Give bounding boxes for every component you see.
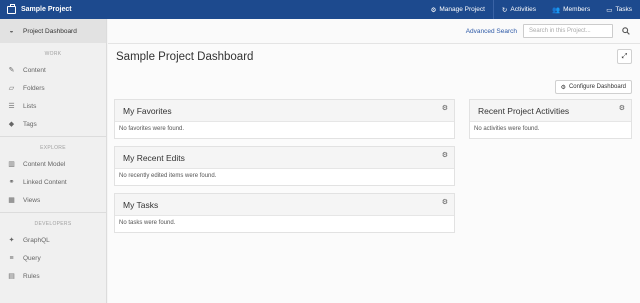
widget-my-favorites: My Favorites ⚙ No favorites were found. <box>114 99 455 139</box>
expand-button[interactable]: ⤢ <box>617 49 632 64</box>
configure-dashboard-button[interactable]: ⚙ Configure Dashboard <box>554 80 632 94</box>
tag-icon: ◆ <box>8 121 15 128</box>
sidebar-item-content-model[interactable]: ▥ Content Model <box>0 155 106 173</box>
expand-icon: ⤢ <box>621 52 628 60</box>
manage-project-label: Manage Project <box>439 6 485 13</box>
pencil-icon: ✎ <box>8 67 15 74</box>
dashboard-icon: ◒ <box>9 27 14 35</box>
content-model-icon: ▥ <box>8 161 15 168</box>
widget-header: My Recent Edits ⚙ <box>115 147 454 169</box>
sidebar-item-tags[interactable]: ◆ Tags <box>0 115 106 133</box>
link-icon: ⚭ <box>8 179 15 186</box>
widget-header: Recent Project Activities ⚙ <box>470 100 631 122</box>
search-icon <box>621 27 630 35</box>
search-button[interactable] <box>619 24 632 38</box>
project-brand[interactable]: Sample Project <box>0 3 72 14</box>
sidebar-item-graphql[interactable]: ✦ GraphQL <box>0 231 106 249</box>
sidebar: ◒ Project Dashboard WORK ✎ Content ▱ Fol… <box>0 19 107 303</box>
widget-title: My Recent Edits <box>123 152 185 163</box>
widget-my-tasks: My Tasks ⚙ No tasks were found. <box>114 193 455 233</box>
sidebar-section-developers: DEVELOPERS <box>34 221 72 227</box>
sidebar-item-rules[interactable]: ▤ Rules <box>0 267 106 285</box>
sidebar-item-label: Rules <box>23 272 40 280</box>
dashboard-main: Sample Project Dashboard ⤢ ⚙ Configure D… <box>108 44 640 303</box>
top-nav: ⚙ Manage Project ↻ Activities 👥 Members … <box>423 0 640 19</box>
folder-icon: ▱ <box>8 85 15 92</box>
gear-icon[interactable]: ⚙ <box>619 104 625 112</box>
sidebar-item-content[interactable]: ✎ Content <box>0 61 106 79</box>
views-icon: ▦ <box>8 197 15 204</box>
sidebar-item-project-dashboard[interactable]: ◒ Project Dashboard <box>0 19 106 43</box>
sidebar-item-lists[interactable]: ☰ Lists <box>0 97 106 115</box>
sidebar-item-label: Content <box>23 66 46 74</box>
sidebar-item-label: Query <box>23 254 41 262</box>
gear-icon[interactable]: ⚙ <box>442 198 448 206</box>
sidebar-item-label: Tags <box>23 120 37 128</box>
activities-link[interactable]: ↻ Activities <box>494 0 544 19</box>
sidebar-item-label: Lists <box>23 102 37 110</box>
sidebar-item-label: Project Dashboard <box>23 27 77 35</box>
members-link[interactable]: 👥 Members <box>544 0 598 19</box>
members-label: Members <box>563 6 591 13</box>
search-bar-row: Advanced Search Search in this Project..… <box>108 19 640 44</box>
top-navbar: Sample Project ⚙ Manage Project ↻ Activi… <box>0 0 640 19</box>
widget-empty-message: No favorites were found. <box>119 126 185 132</box>
project-name: Sample Project <box>21 6 72 13</box>
sidebar-item-label: Folders <box>23 84 45 92</box>
gear-icon: ⚙ <box>560 84 566 91</box>
sidebar-item-label: Linked Content <box>23 178 67 186</box>
sidebar-divider <box>0 136 106 137</box>
sidebar-item-folders[interactable]: ▱ Folders <box>0 79 106 97</box>
briefcase-icon <box>7 3 16 14</box>
sidebar-item-label: GraphQL <box>23 236 50 244</box>
members-icon: 👥 <box>552 6 561 14</box>
widget-empty-message: No tasks were found. <box>119 220 176 226</box>
activities-label: Activities <box>510 6 537 13</box>
database-icon: ≡ <box>9 254 14 262</box>
sidebar-section-work: WORK <box>44 51 62 57</box>
advanced-search-link[interactable]: Advanced Search <box>466 28 517 35</box>
widget-title: Recent Project Activities <box>478 105 570 116</box>
tasks-icon: ▭ <box>606 6 613 14</box>
rules-icon: ▤ <box>8 273 15 280</box>
tasks-link[interactable]: ▭ Tasks <box>598 0 640 19</box>
widget-header: My Tasks ⚙ <box>115 194 454 216</box>
widget-empty-message: No recently edited items were found. <box>119 173 217 179</box>
sidebar-item-linked-content[interactable]: ⚭ Linked Content <box>0 173 106 191</box>
configure-dashboard-label: Configure Dashboard <box>568 84 626 90</box>
sidebar-item-views[interactable]: ▦ Views <box>0 191 106 209</box>
widget-recent-project-activities: Recent Project Activities ⚙ No activitie… <box>469 99 632 139</box>
widget-my-recent-edits: My Recent Edits ⚙ No recently edited ite… <box>114 146 455 186</box>
gear-icon[interactable]: ⚙ <box>442 151 448 159</box>
search-input[interactable]: Search in this Project... <box>523 24 613 38</box>
activities-icon: ↻ <box>501 6 508 14</box>
list-icon: ☰ <box>8 103 15 110</box>
manage-project-link[interactable]: ⚙ Manage Project <box>423 0 493 19</box>
sidebar-divider <box>0 212 106 213</box>
page-title: Sample Project Dashboard <box>116 51 254 63</box>
graphql-icon: ✦ <box>8 237 15 244</box>
tasks-label: Tasks <box>615 6 632 13</box>
sidebar-section-explore: EXPLORE <box>40 145 66 151</box>
widget-title: My Favorites <box>123 105 172 116</box>
gear-icon[interactable]: ⚙ <box>442 104 448 112</box>
gear-icon: ⚙ <box>430 6 437 14</box>
widget-header: My Favorites ⚙ <box>115 100 454 122</box>
widget-title: My Tasks <box>123 199 159 210</box>
widget-empty-message: No activities were found. <box>474 126 540 132</box>
sidebar-item-label: Content Model <box>23 160 66 168</box>
sidebar-item-query[interactable]: ≡ Query <box>0 249 106 267</box>
sidebar-item-label: Views <box>23 196 41 204</box>
